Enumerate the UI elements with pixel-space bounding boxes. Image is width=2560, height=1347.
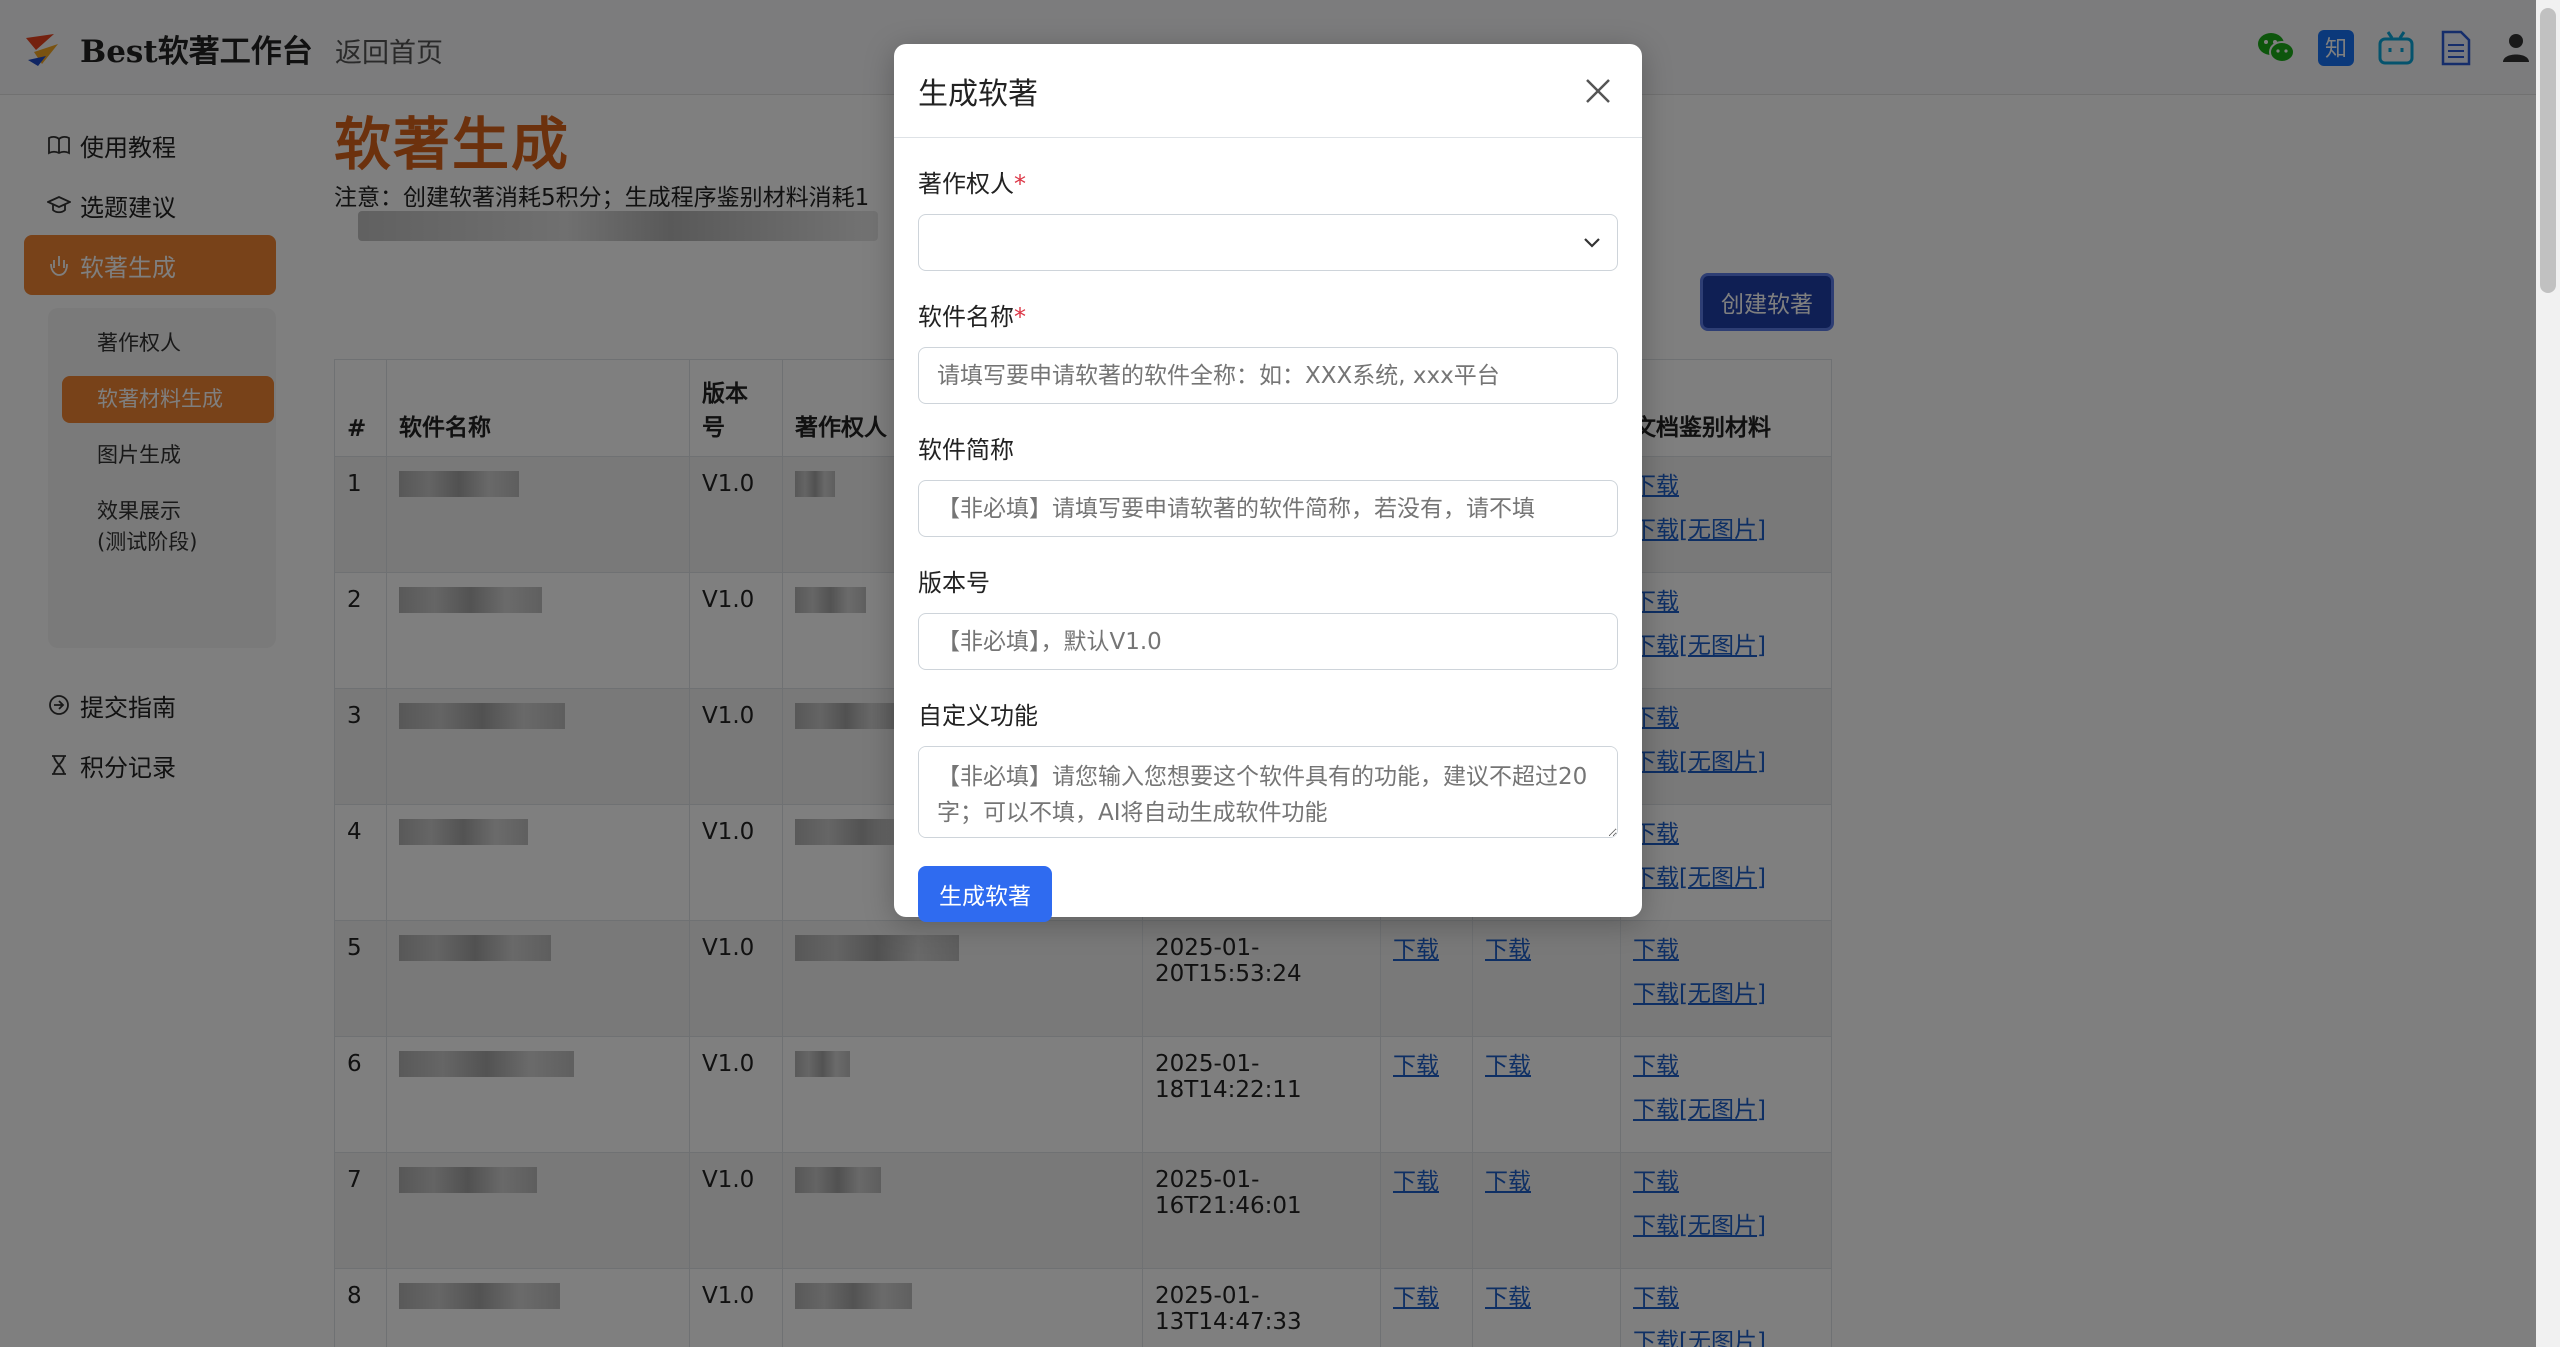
software-name-input[interactable] [918,347,1618,404]
software-short-name-label: 软件简称 [918,436,1014,464]
modal-body: 著作权人* 软件名称* 软件简称 版本号 自定义功能 生成软著 [894,164,1642,922]
software-short-name-input[interactable] [918,480,1618,537]
generate-copyright-submit-button[interactable]: 生成软著 [918,866,1052,922]
chevron-down-icon [1584,237,1600,248]
owner-label: 著作权人* [918,170,1026,198]
generate-copyright-modal: 生成软著 著作权人* 软件名称* 软件简称 版本号 自定义功能 生成软著 [894,44,1642,922]
version-input[interactable] [918,613,1618,670]
custom-function-label: 自定义功能 [918,702,1038,730]
modal-title: 生成软著 [918,76,1038,112]
modal-header: 生成软著 [894,44,1642,138]
custom-function-textarea[interactable] [918,746,1618,838]
scrollbar[interactable] [2536,0,2560,1347]
software-name-label: 软件名称* [918,303,1026,331]
scrollbar-thumb[interactable] [2540,8,2556,293]
close-icon[interactable] [1578,71,1618,111]
version-label: 版本号 [918,569,990,597]
owner-select[interactable] [918,214,1618,271]
